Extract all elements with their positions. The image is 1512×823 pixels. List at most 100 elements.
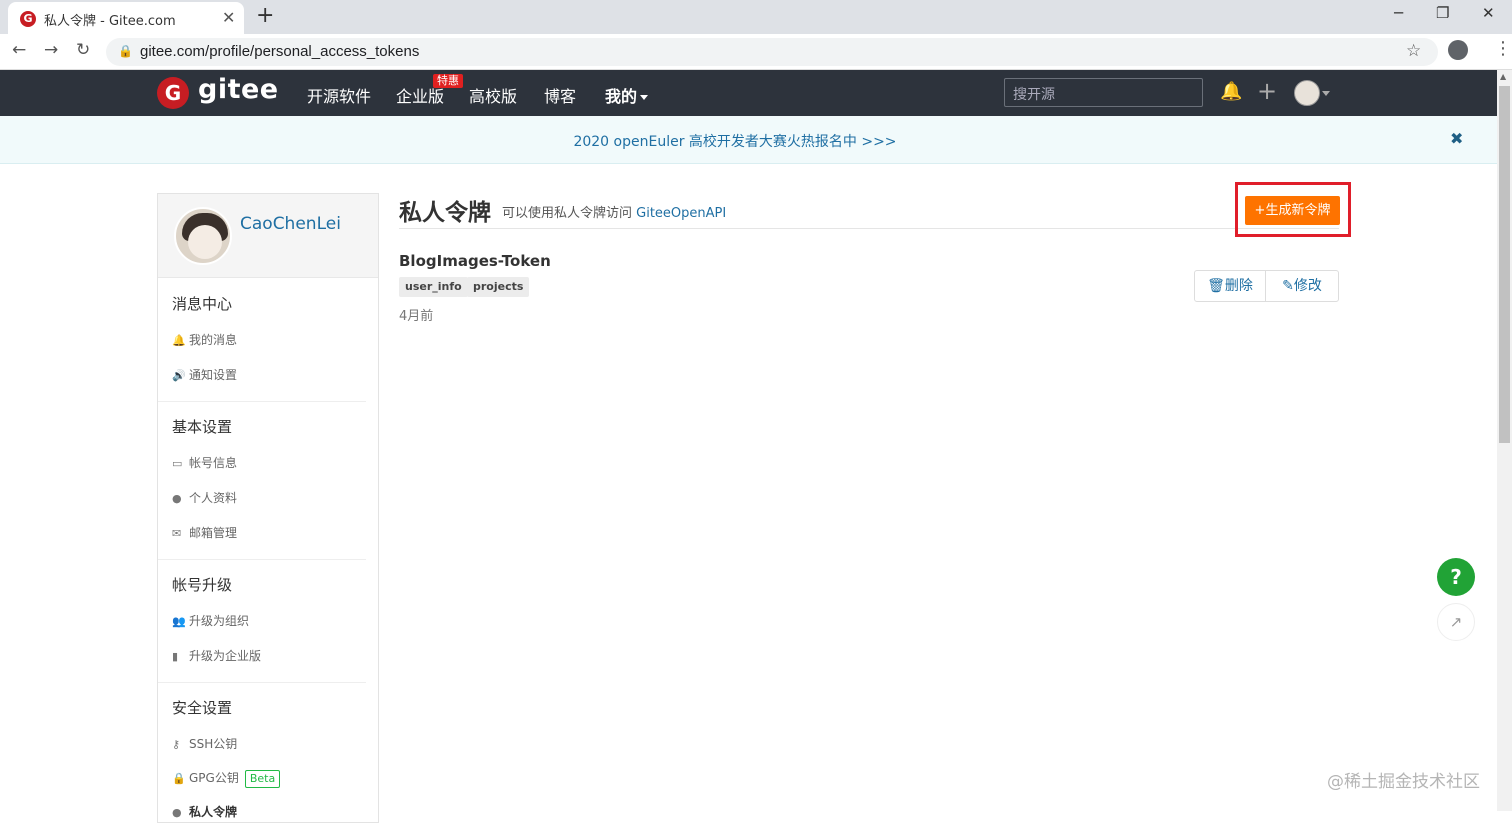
url-text: gitee.com/profile/personal_access_tokens: [140, 43, 420, 60]
group-icon: 👥: [172, 615, 186, 628]
chevron-down-icon: [640, 95, 649, 100]
scroll-up-icon[interactable]: ▲: [1500, 72, 1506, 81]
id-card-icon: ▭: [172, 457, 183, 470]
profile-avatar[interactable]: [174, 207, 232, 265]
browser-tab-bar: G 私人令牌 - Gitee.com ✕ + ─ ❐ ✕: [0, 0, 1512, 34]
sidebar-item-label: 邮箱管理: [189, 526, 238, 540]
tab-title: 私人令牌 - Gitee.com: [44, 14, 176, 29]
bell-icon: 🔔: [172, 334, 186, 347]
close-tab-icon[interactable]: ✕: [222, 8, 235, 27]
title-divider: [399, 228, 1339, 229]
nav-mine-label: 我的: [605, 87, 638, 106]
sidebar-item-upgrade-enterprise[interactable]: ▮ 升级为企业版: [172, 647, 261, 664]
sidebar-item-notify-settings[interactable]: 🔊 通知设置: [172, 366, 237, 383]
openapi-link[interactable]: GiteeOpenAPI: [636, 206, 726, 221]
settings-sidebar: CaoChenLei 消息中心 🔔 我的消息 🔊 通知设置 基本设置 ▭ 帐号信息 ●…: [157, 193, 379, 823]
sidebar-item-account-info[interactable]: ▭ 帐号信息: [172, 454, 237, 471]
sidebar-item-label: SSH公钥: [189, 737, 238, 751]
banner-close-icon[interactable]: ✖: [1450, 129, 1463, 148]
help-button[interactable]: ?: [1437, 558, 1475, 596]
bookmark-star-icon[interactable]: ☆: [1406, 41, 1421, 61]
forward-icon[interactable]: →: [44, 40, 58, 60]
section-title-basic: 基本设置: [172, 418, 233, 436]
scrollbar-thumb[interactable]: [1499, 86, 1510, 443]
nav-university[interactable]: 高校版: [469, 83, 517, 107]
restore-icon[interactable]: ❐: [1436, 4, 1449, 22]
profile-card: CaoChenLei: [158, 194, 378, 278]
watermark-text: @稀土掘金技术社区: [1327, 772, 1480, 792]
speaker-icon: 🔊: [172, 369, 186, 382]
beta-badge: Beta: [244, 770, 281, 788]
building-icon: ▮: [172, 650, 179, 663]
external-link-icon[interactable]: ↗: [1437, 603, 1475, 641]
key-icon: ⚷: [172, 738, 181, 751]
edit-label: 修改: [1293, 278, 1322, 294]
lock-icon: 🔒: [118, 44, 133, 58]
section-title-upgrade: 帐号升级: [172, 576, 233, 594]
avatar-chevron-down-icon[interactable]: [1322, 91, 1330, 96]
announcement-banner: 2020 openEuler 高校开发者大赛火热报名中 >>> ✖: [0, 116, 1497, 164]
address-bar: ← → ↻ 🔒 gitee.com/profile/personal_acces…: [0, 34, 1512, 70]
divider: [158, 401, 366, 402]
nav-open-source[interactable]: 开源软件: [307, 83, 371, 107]
token-actions: 🗑删除 ✎修改: [1194, 270, 1339, 302]
reload-icon[interactable]: ↻: [76, 40, 90, 60]
banner-link[interactable]: 2020 openEuler 高校开发者大赛火热报名中 >>>: [0, 131, 1470, 151]
sidebar-item-ssh-keys[interactable]: ⚷ SSH公钥: [172, 735, 237, 752]
user-icon: ●: [172, 806, 182, 819]
mail-icon: ✉: [172, 527, 182, 540]
profile-username[interactable]: CaoChenLei: [240, 214, 341, 234]
gitee-logo-icon[interactable]: G: [157, 77, 189, 109]
divider: [158, 682, 366, 683]
delete-token-button[interactable]: 🗑删除: [1195, 271, 1266, 301]
sidebar-item-my-messages[interactable]: 🔔 我的消息: [172, 331, 237, 348]
notification-bell-icon[interactable]: 🔔: [1220, 81, 1242, 102]
window-close-icon[interactable]: ✕: [1482, 4, 1495, 22]
gitee-favicon-icon: G: [20, 11, 36, 27]
sidebar-item-label: 个人资料: [189, 491, 238, 505]
sidebar-item-label: 我的消息: [189, 333, 238, 347]
user-avatar[interactable]: [1294, 80, 1320, 106]
sidebar-item-label: 升级为企业版: [189, 649, 262, 663]
sidebar-item-label: 私人令牌: [189, 805, 238, 819]
page-title: 私人令牌: [399, 200, 491, 226]
nav-blog[interactable]: 博客: [544, 83, 576, 107]
minimize-icon[interactable]: ─: [1394, 4, 1403, 22]
edit-icon: ✎: [1282, 278, 1294, 294]
section-title-messages: 消息中心: [172, 295, 233, 313]
site-header: G gitee 开源软件 企业版 特惠 高校版 博客 我的 搜开源 🔔 +: [0, 70, 1497, 116]
sidebar-item-email[interactable]: ✉ 邮箱管理: [172, 524, 237, 541]
sidebar-item-personal-tokens[interactable]: ● 私人令牌: [172, 803, 237, 820]
edit-token-button[interactable]: ✎修改: [1266, 271, 1338, 301]
hot-badge: 特惠: [433, 74, 463, 88]
account-icon[interactable]: [1448, 40, 1468, 60]
create-plus-icon[interactable]: +: [1257, 77, 1277, 105]
section-title-security: 安全设置: [172, 699, 233, 717]
token-name: BlogImages-Token: [399, 252, 551, 270]
page-subtitle: 可以使用私人令牌访问 GiteeOpenAPI: [502, 202, 726, 221]
lock-icon: 🔒: [172, 772, 186, 785]
scope-tag: user_info: [399, 277, 468, 297]
sidebar-item-label: 帐号信息: [189, 456, 238, 470]
nav-mine[interactable]: 我的: [605, 83, 649, 107]
token-age: 4月前: [399, 309, 434, 324]
gitee-logo-text[interactable]: gitee: [198, 74, 279, 105]
sidebar-item-gpg-keys[interactable]: 🔒 GPG公钥 Beta: [172, 769, 281, 788]
sidebar-item-label: 升级为组织: [189, 614, 250, 628]
sidebar-item-upgrade-org[interactable]: 👥 升级为组织: [172, 612, 249, 629]
generate-token-button[interactable]: +生成新令牌: [1245, 196, 1340, 225]
subtitle-text: 可以使用私人令牌访问: [502, 206, 637, 221]
delete-label: 删除: [1224, 278, 1253, 294]
sidebar-item-label: GPG公钥: [189, 771, 239, 785]
back-icon[interactable]: ←: [12, 40, 26, 60]
user-icon: ●: [172, 492, 182, 505]
new-tab-icon[interactable]: +: [256, 3, 274, 28]
sidebar-item-profile[interactable]: ● 个人资料: [172, 489, 237, 506]
url-input[interactable]: 🔒 gitee.com/profile/personal_access_toke…: [106, 38, 1438, 66]
search-input[interactable]: 搜开源: [1004, 78, 1203, 107]
browser-tab[interactable]: G 私人令牌 - Gitee.com ✕: [8, 2, 244, 34]
scope-tag: projects: [467, 277, 530, 297]
trash-icon: 🗑: [1207, 278, 1225, 294]
sidebar-item-label: 通知设置: [189, 368, 238, 382]
more-menu-icon[interactable]: ⋮: [1494, 38, 1512, 59]
